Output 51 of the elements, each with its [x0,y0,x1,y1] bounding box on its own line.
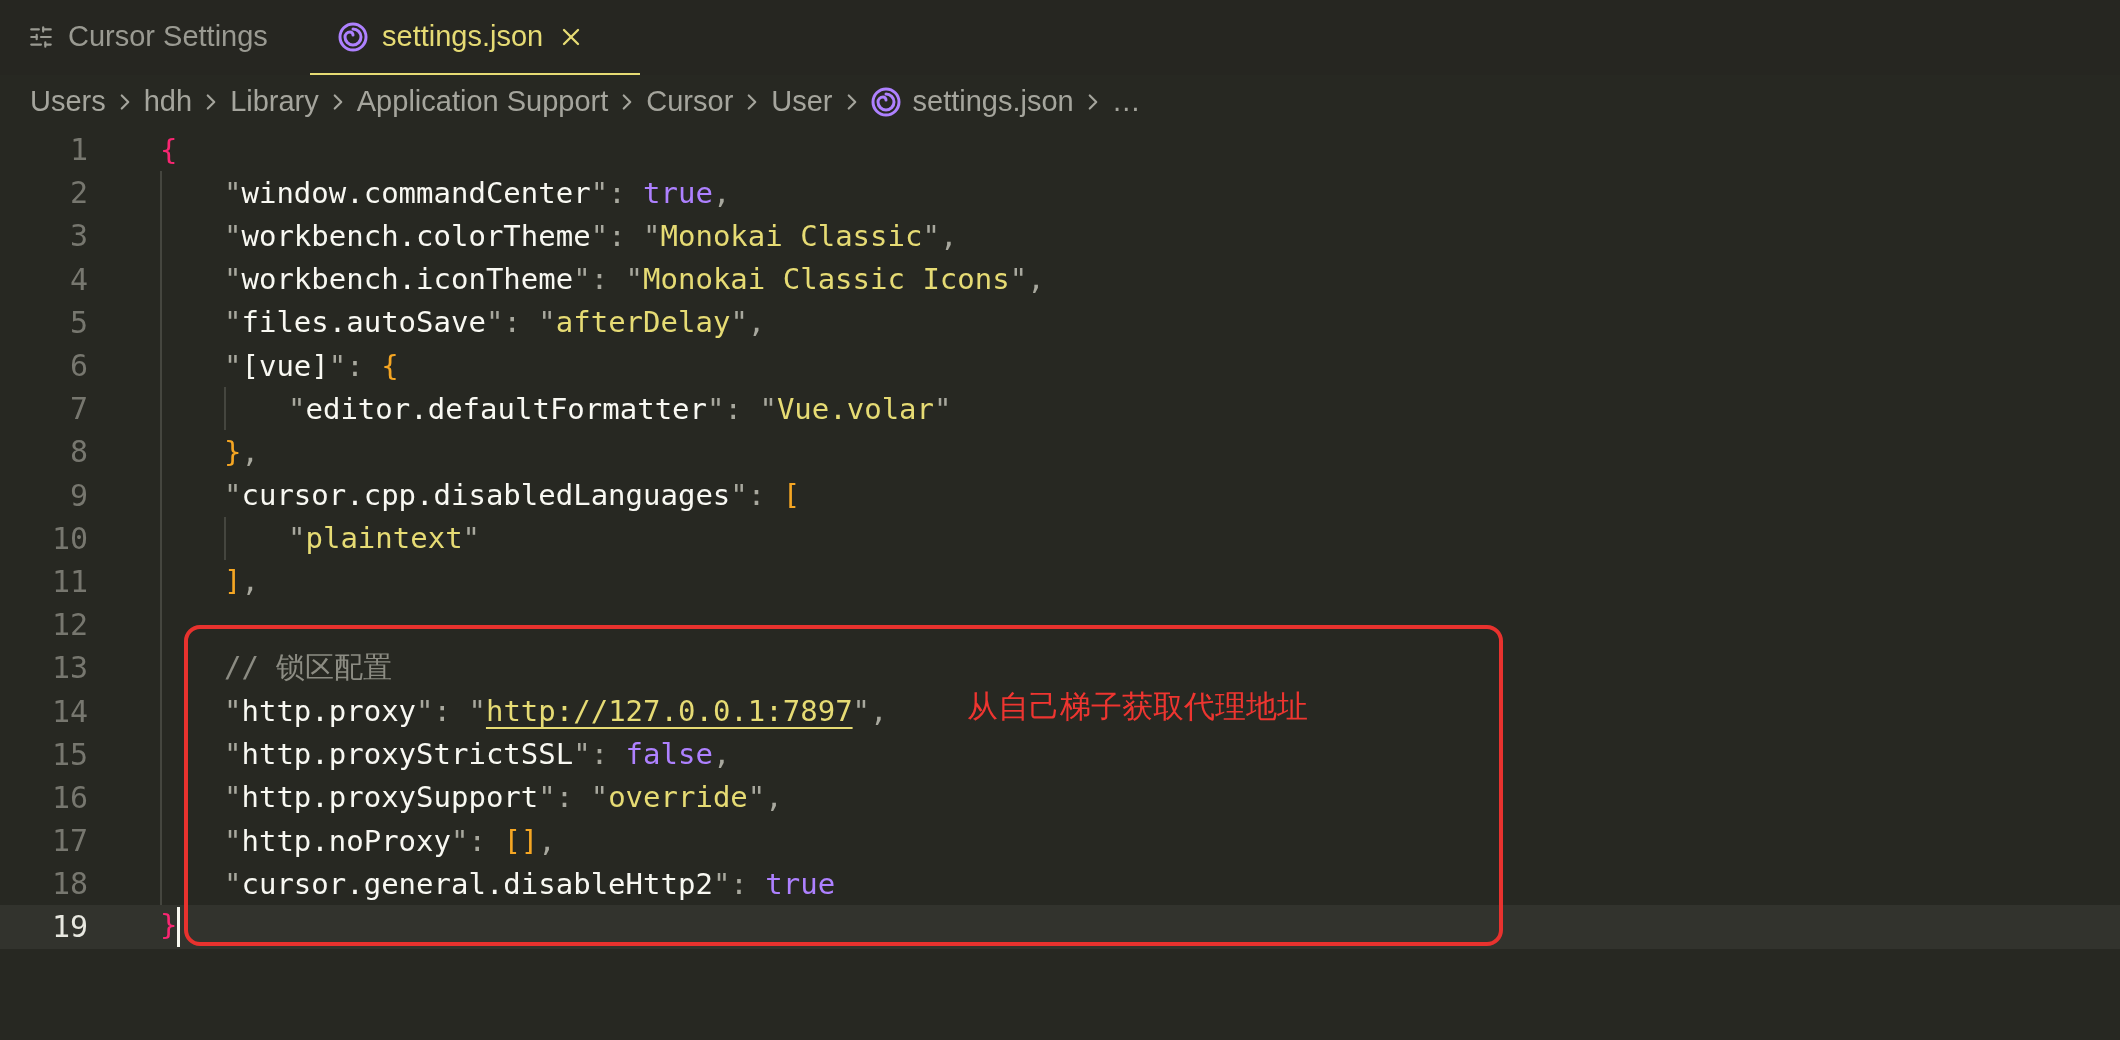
line-number: 9 [68,477,88,513]
code-line: "cursor.cpp.disabledLanguages": [ [224,478,801,513]
swirl-icon [870,86,901,117]
code-line: ], [224,564,259,599]
breadcrumb-item[interactable]: User [771,85,833,118]
line-number: 10 [50,520,88,556]
line-number: 6 [68,348,88,384]
code-line: "files.autoSave": "afterDelay", [224,305,766,340]
line-number: 17 [50,823,88,859]
line-number: 4 [68,261,88,297]
code-line: } [160,906,181,947]
line-number: 19 [50,909,88,945]
swirl-icon [338,21,368,52]
editor-tab[interactable]: Cursor Settings [0,0,310,75]
code-line: // 锁区配置 [224,648,393,686]
annotation-note: 从自己梯子获取代理地址 [967,688,1308,726]
line-number: 16 [50,779,88,815]
line-number: 5 [68,304,88,340]
breadcrumb-item[interactable]: … [1111,85,1141,118]
code-line: "workbench.colorTheme": "Monokai Classic", [224,218,958,253]
code-line: "workbench.iconTheme": "Monokai Classic Icons", [224,262,1045,297]
code-line: "http.proxy": "http://127.0.0.1:7897", [224,694,888,729]
line-number: 1 [68,132,88,168]
code-line: "[vue]": { [224,348,399,383]
breadcrumb-item[interactable]: Cursor [646,85,734,118]
line-number: 7 [68,391,88,427]
editor-tab[interactable]: settings.json [310,0,640,75]
code-line: "http.noProxy": [], [224,823,556,858]
sliders-icon [28,23,54,50]
code-line: "editor.defaultFormatter": "Vue.volar" [288,391,952,426]
line-number: 14 [50,693,88,729]
breadcrumb-item[interactable]: settings.json [912,85,1074,118]
line-number: 8 [68,434,88,470]
code-line: { [160,132,178,167]
breadcrumb-item[interactable]: Application Support [356,85,609,118]
line-number: 2 [68,175,88,211]
breadcrumb-item[interactable]: Library [230,85,319,118]
breadcrumb-item[interactable]: hdh [143,85,193,118]
line-number: 3 [68,218,88,254]
line-number: 18 [50,866,88,902]
code-line: "plaintext" [288,521,481,556]
code-line: "http.proxyStrictSSL": false, [224,737,731,772]
code-line: "cursor.general.disableHttp2": true [224,866,836,901]
breadcrumb-item[interactable]: Users [30,85,106,118]
line-number: 13 [50,650,88,686]
line-number: 11 [50,563,88,599]
code-line: "http.proxySupport": "override", [224,780,783,815]
line-number: 12 [50,607,88,643]
code-line: }, [224,434,259,469]
code-line: "window.commandCenter": true, [224,175,731,210]
line-number: 15 [50,736,88,772]
